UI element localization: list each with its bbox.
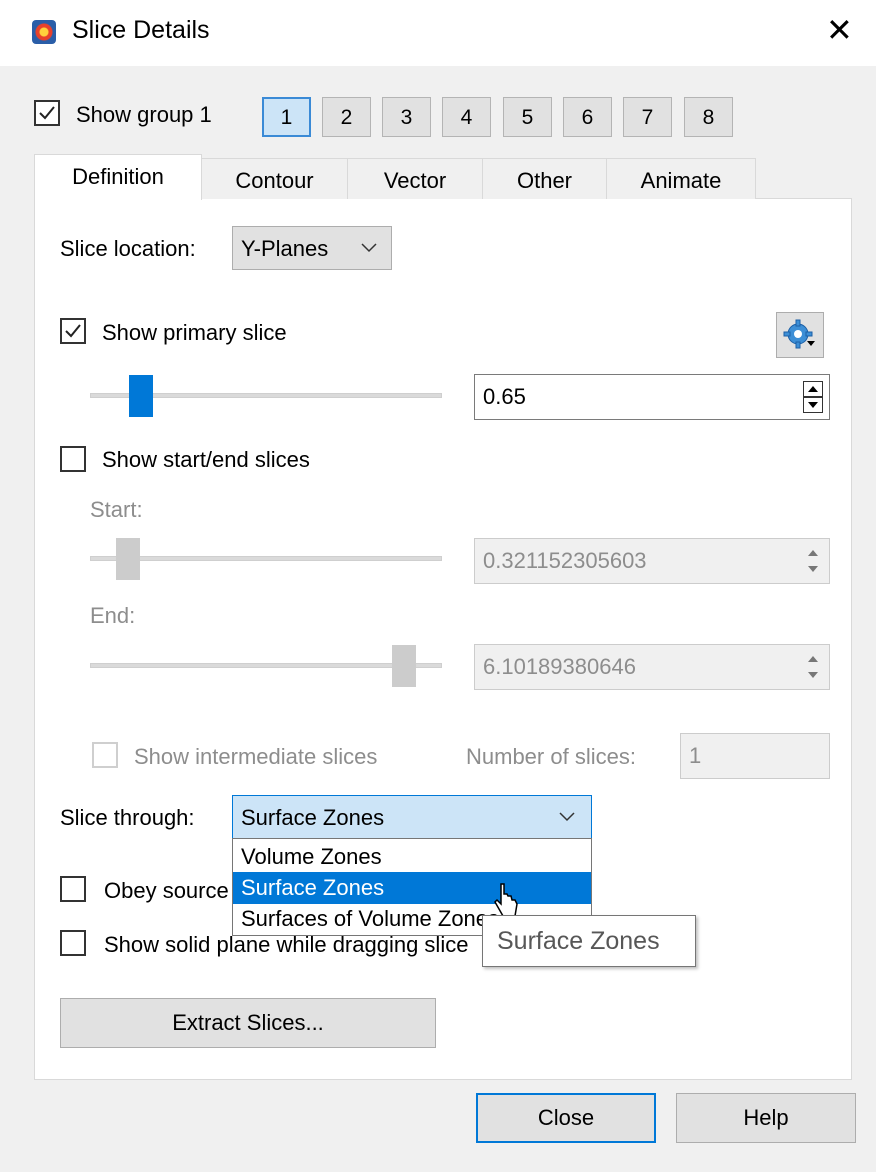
dropdown-option-volume-zones[interactable]: Volume Zones [233, 841, 591, 873]
chevron-down-icon [559, 812, 575, 822]
start-slider-thumb [116, 538, 141, 580]
tab-animate[interactable]: Animate [606, 158, 756, 199]
tab-other[interactable]: Other [482, 158, 607, 199]
window-title: Slice Details [72, 16, 210, 44]
show-group-label: Show group 1 [76, 102, 212, 127]
extract-slices-button[interactable]: Extract Slices... [60, 998, 436, 1048]
primary-slider-thumb[interactable] [129, 375, 154, 417]
chevron-down-icon [361, 243, 377, 253]
spin-arrows-icon [808, 656, 818, 678]
number-of-slices-value: 1 [689, 743, 702, 768]
slice-through-select[interactable]: Surface Zones [232, 795, 592, 839]
end-slider-track [90, 663, 442, 668]
group-button-3[interactable]: 3 [382, 97, 431, 137]
show-solid-plane-checkbox[interactable] [60, 930, 86, 956]
show-intermediate-label: Show intermediate slices [134, 744, 378, 769]
close-button[interactable]: Close [476, 1093, 656, 1143]
close-icon[interactable]: ✕ [826, 14, 853, 46]
spin-arrows-icon [808, 550, 818, 572]
slice-through-value: Surface Zones [241, 805, 385, 830]
show-primary-slice-checkbox[interactable] [60, 318, 86, 344]
start-slider-track [90, 556, 442, 561]
group-button-7[interactable]: 7 [623, 97, 672, 137]
dropdown-option-surface-zones[interactable]: Surface Zones [233, 872, 591, 904]
group-button-2[interactable]: 2 [322, 97, 371, 137]
primary-value: 0.65 [483, 384, 526, 409]
show-start-end-label: Show start/end slices [102, 447, 310, 472]
obey-source-checkbox[interactable] [60, 876, 86, 902]
group-button-6[interactable]: 6 [563, 97, 612, 137]
end-value-input: 6.10189380646 [474, 644, 830, 690]
tab-contour[interactable]: Contour [201, 158, 348, 199]
slice-through-label: Slice through: [60, 805, 195, 830]
gear-icon [783, 319, 815, 349]
show-intermediate-checkbox [92, 742, 118, 768]
spin-arrows-icon[interactable] [803, 381, 823, 413]
group-button-8[interactable]: 8 [684, 97, 733, 137]
app-icon [32, 20, 56, 44]
show-primary-slice-label: Show primary slice [102, 320, 287, 345]
start-value: 0.321152305603 [483, 548, 647, 573]
primary-value-input[interactable]: 0.65 [474, 374, 830, 420]
slice-location-label: Slice location: [60, 236, 196, 261]
tab-vector[interactable]: Vector [347, 158, 483, 199]
end-label: End: [90, 603, 136, 628]
show-start-end-checkbox[interactable] [60, 446, 86, 472]
end-slider-thumb [391, 645, 416, 687]
settings-button[interactable] [776, 312, 824, 358]
group-button-4[interactable]: 4 [442, 97, 491, 137]
slice-location-select[interactable]: Y-Planes [232, 226, 392, 270]
tooltip: Surface Zones [482, 915, 696, 967]
slice-location-value: Y-Planes [241, 236, 329, 261]
number-of-slices-label: Number of slices: [466, 744, 636, 769]
end-value: 6.10189380646 [483, 654, 636, 679]
group-button-5[interactable]: 5 [503, 97, 552, 137]
help-button[interactable]: Help [676, 1093, 856, 1143]
show-group-checkbox[interactable] [34, 100, 60, 126]
number-of-slices-input: 1 [680, 733, 830, 779]
start-label: Start: [90, 497, 143, 522]
tab-definition[interactable]: Definition [34, 154, 202, 200]
group-button-1[interactable]: 1 [262, 97, 311, 137]
start-value-input: 0.321152305603 [474, 538, 830, 584]
